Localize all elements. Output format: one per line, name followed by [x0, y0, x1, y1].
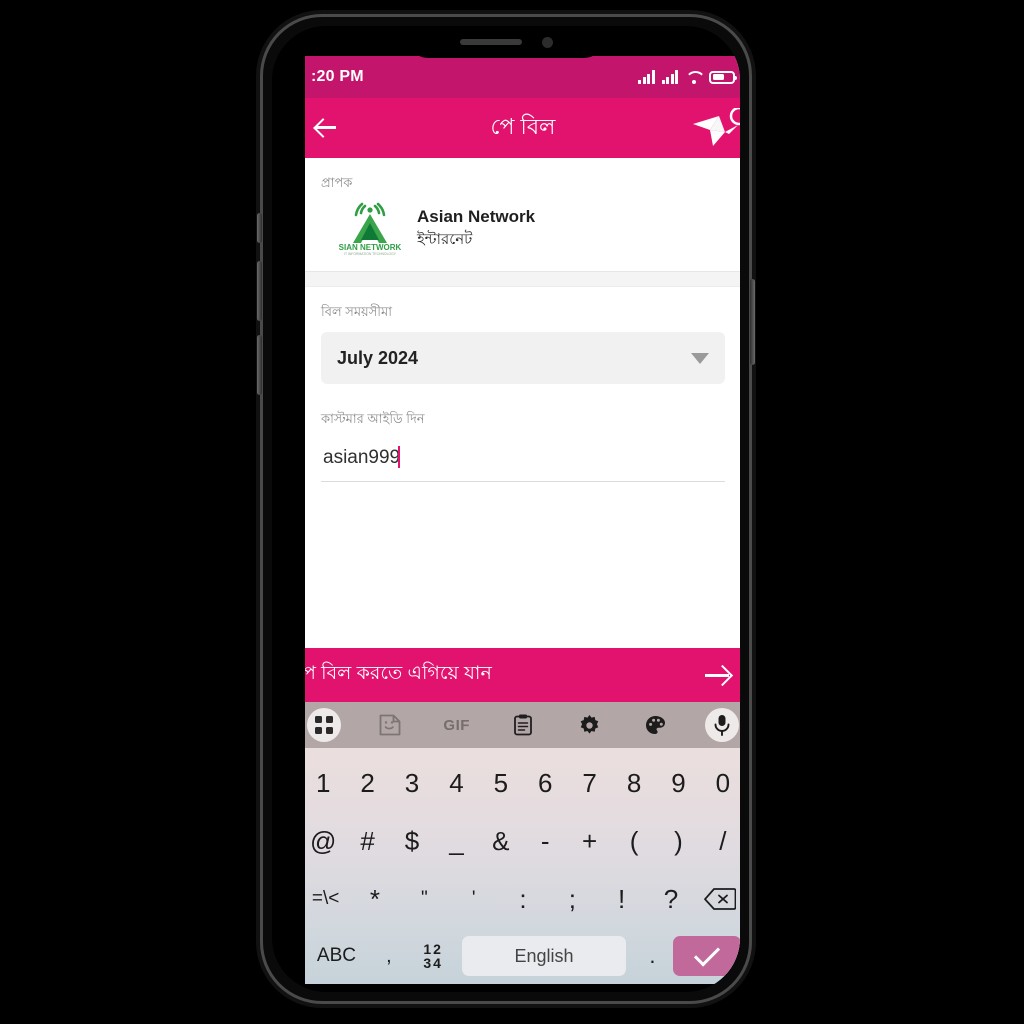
key-dollar[interactable]: $	[390, 826, 434, 857]
phone-device-frame: :20 PM পে বিল প্রাপক SIAN NETWORK IT INF…	[257, 14, 755, 1004]
volume-down-button[interactable]	[257, 335, 262, 395]
volume-button-top[interactable]	[257, 213, 262, 243]
key-numeric-layout[interactable]: 12 34	[410, 941, 457, 970]
key-5[interactable]: 5	[479, 768, 523, 799]
section-divider	[305, 271, 740, 287]
key-1[interactable]: 1	[305, 768, 345, 799]
keyboard-row-numbers: 1 2 3 4 5 6 7 8 9 0	[305, 754, 740, 812]
status-bar-clock: :20 PM	[311, 68, 364, 85]
bill-period-dropdown[interactable]: July 2024	[321, 332, 725, 384]
screenshot-stage: :20 PM পে বিল প্রাপক SIAN NETWORK IT INF…	[0, 0, 1024, 1024]
battery-icon	[709, 70, 737, 84]
back-arrow-icon[interactable]	[309, 111, 343, 145]
phone-notch	[408, 26, 604, 58]
proceed-button-label: প বিল করতে এগিয়ে যান	[305, 663, 492, 684]
customer-id-field: কাস্টমার আইডি দিন	[321, 410, 725, 482]
bill-form: বিল সময়সীমা July 2024 কাস্টমার আইডি দিন	[305, 287, 740, 482]
clipboard-icon[interactable]	[506, 708, 540, 742]
keyboard-row-bottom: ABC , 12 34 English .	[305, 928, 740, 984]
key-abc-switch[interactable]: ABC	[305, 945, 368, 967]
key-single-quote[interactable]: '	[449, 888, 498, 910]
app-bar: পে বিল	[305, 98, 740, 158]
key-hash[interactable]: #	[345, 826, 389, 857]
key-paren-close[interactable]: )	[656, 826, 700, 857]
microphone-icon[interactable]	[704, 708, 739, 742]
key-0[interactable]: 0	[701, 768, 740, 799]
key-semicolon[interactable]: ;	[548, 884, 597, 915]
keyboard-row-symbols-1: @ # $ _ & - + ( ) /	[305, 812, 740, 870]
recipient-card: প্রাপক SIAN NETWORK IT INFORMATION TECHN…	[305, 158, 740, 271]
key-9[interactable]: 9	[656, 768, 700, 799]
page-body: প্রাপক SIAN NETWORK IT INFORMATION TECHN…	[305, 158, 740, 648]
key-6[interactable]: 6	[523, 768, 567, 799]
key-plus[interactable]: +	[567, 826, 611, 857]
key-slash[interactable]: /	[701, 826, 740, 857]
status-bar: :20 PM	[305, 56, 740, 98]
svg-text:IT INFORMATION TECHNOLOGY: IT INFORMATION TECHNOLOGY	[344, 252, 397, 256]
keyboard-toolbar: GIF	[305, 702, 740, 748]
settings-gear-icon[interactable]	[572, 708, 606, 742]
status-bar-icons	[638, 70, 737, 84]
customer-id-input-wrap	[321, 439, 725, 482]
key-3[interactable]: 3	[390, 768, 434, 799]
arrow-right-icon	[703, 660, 733, 690]
key-hyphen[interactable]: -	[523, 826, 567, 857]
recipient-row: SIAN NETWORK IT INFORMATION TECHNOLOGY A…	[321, 199, 725, 257]
key-double-quote[interactable]: "	[400, 888, 449, 910]
merchant-name: Asian Network	[417, 206, 536, 226]
bill-period-value: July 2024	[337, 347, 419, 368]
signal-icon	[638, 70, 655, 84]
key-4[interactable]: 4	[434, 768, 478, 799]
text-cursor	[398, 446, 400, 468]
page-title: পে বিল	[490, 113, 556, 139]
key-colon[interactable]: :	[498, 884, 547, 915]
check-glyph	[694, 940, 721, 967]
phone-screen: :20 PM পে বিল প্রাপক SIAN NETWORK IT INF…	[305, 56, 740, 984]
phone-bezel: :20 PM পে বিল প্রাপক SIAN NETWORK IT INF…	[272, 26, 740, 992]
customer-id-input[interactable]	[321, 439, 725, 482]
key-question[interactable]: ?	[646, 884, 695, 915]
power-button[interactable]	[750, 279, 755, 365]
bill-period-label: বিল সময়সীমা	[321, 304, 393, 319]
chevron-down-icon	[691, 352, 709, 364]
gif-icon[interactable]: GIF	[440, 708, 474, 742]
on-screen-keyboard: GIF 1 2 3 4 5 6 7 8 9 0 @ # $ _ & - + (…	[305, 702, 740, 984]
recipient-label: প্রাপক	[321, 175, 353, 190]
signal-icon	[661, 70, 678, 84]
wifi-icon	[685, 71, 702, 84]
key-more-symbols[interactable]: =\<	[305, 888, 350, 910]
key-asterisk[interactable]: *	[350, 884, 399, 915]
key-paren-open[interactable]: (	[612, 826, 656, 857]
key-7[interactable]: 7	[567, 768, 611, 799]
bkash-origami-bird-icon	[693, 108, 740, 146]
key-spacebar[interactable]: English	[462, 936, 626, 976]
key-exclamation[interactable]: !	[597, 884, 646, 915]
sticker-icon[interactable]	[373, 708, 407, 742]
volume-up-button[interactable]	[257, 261, 262, 321]
keyboard-row-symbols-2: =\< * " ' : ; ! ?	[305, 870, 740, 928]
theme-palette-icon[interactable]	[639, 708, 673, 742]
gif-label: GIF	[443, 716, 470, 734]
merchant-info: Asian Network ইন্টারনেট	[417, 205, 535, 251]
proceed-button[interactable]: প বিল করতে এগিয়ে যান	[305, 648, 740, 702]
key-ampersand[interactable]: &	[479, 826, 523, 857]
customer-id-label: কাস্টমার আইডি দিন	[321, 411, 425, 426]
key-period[interactable]: .	[632, 943, 674, 969]
keyboard-keys: 1 2 3 4 5 6 7 8 9 0 @ # $ _ & - + () / …	[305, 748, 740, 984]
key-at[interactable]: @	[305, 826, 345, 857]
merchant-type: ইন্টারনেট	[417, 231, 473, 249]
app-content: :20 PM পে বিল প্রাপক SIAN NETWORK IT INF…	[305, 56, 740, 984]
key-8[interactable]: 8	[612, 768, 656, 799]
merchant-logo-icon: SIAN NETWORK IT INFORMATION TECHNOLOGY	[339, 202, 401, 256]
key-2[interactable]: 2	[345, 768, 389, 799]
earpiece-speaker	[459, 39, 522, 45]
key-comma[interactable]: ,	[368, 945, 410, 968]
grid-apps-icon[interactable]	[307, 708, 341, 742]
check-enter-icon[interactable]	[673, 936, 740, 976]
key-underscore[interactable]: _	[434, 826, 478, 857]
svg-text:SIAN NETWORK: SIAN NETWORK	[339, 243, 401, 252]
backspace-icon[interactable]	[696, 887, 740, 911]
front-camera	[541, 36, 553, 48]
